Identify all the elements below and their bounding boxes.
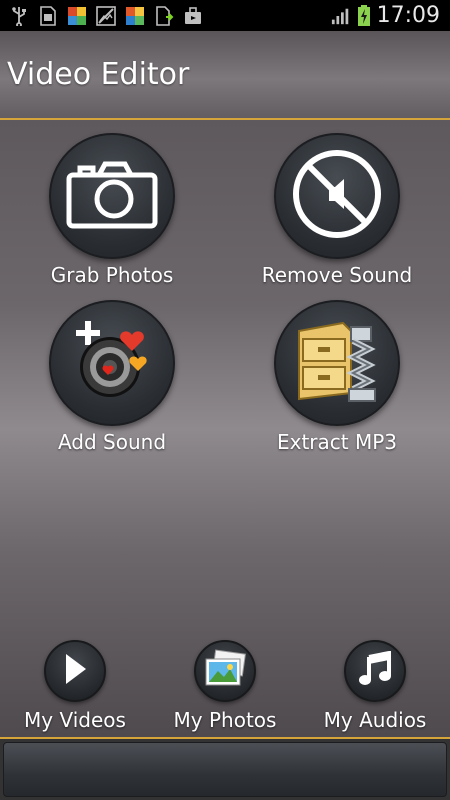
my-audios-circle[interactable] — [344, 640, 406, 702]
my-photos-button[interactable]: My Photos — [150, 640, 300, 732]
speaker-hearts-icon — [62, 311, 162, 415]
my-audios-button[interactable]: My Audios — [300, 640, 450, 732]
remove-sound-label: Remove Sound — [261, 263, 413, 287]
grab-photos-circle[interactable] — [49, 133, 175, 259]
add-sound-circle[interactable] — [49, 300, 175, 426]
add-sound-label: Add Sound — [57, 430, 167, 454]
my-audios-label: My Audios — [323, 708, 427, 732]
bottom-bar — [0, 737, 450, 800]
briefcase-icon — [183, 6, 203, 26]
photos-icon — [202, 649, 248, 693]
archive-cabinet-icon — [287, 313, 387, 413]
main-panel: Grab Photos Remove Sound Add Sound Extra… — [0, 121, 450, 737]
battery-charging-icon — [357, 4, 371, 26]
bottom-bar-panel — [3, 742, 447, 797]
my-videos-label: My Videos — [24, 708, 126, 732]
app-icon-2 — [125, 6, 145, 26]
my-videos-circle[interactable] — [44, 640, 106, 702]
remove-sound-circle[interactable] — [274, 133, 400, 259]
my-photos-circle[interactable] — [194, 640, 256, 702]
extract-mp3-label: Extract MP3 — [276, 430, 398, 454]
add-sound-button[interactable]: Add Sound — [12, 300, 212, 454]
play-icon — [60, 652, 90, 690]
camera-icon — [66, 159, 158, 233]
grab-photos-button[interactable]: Grab Photos — [12, 133, 212, 287]
grab-photos-label: Grab Photos — [50, 263, 174, 287]
blocked-image-icon — [96, 5, 116, 26]
title-bar: Video Editor — [0, 31, 450, 120]
extract-mp3-circle[interactable] — [274, 300, 400, 426]
extract-mp3-button[interactable]: Extract MP3 — [237, 300, 437, 454]
music-note-icon — [358, 650, 392, 691]
bottom-nav: My Videos My Photos My Audios — [0, 636, 450, 736]
signal-icon — [331, 6, 351, 26]
status-time: 17:09 — [376, 3, 440, 28]
download-icon — [154, 5, 174, 26]
my-photos-label: My Photos — [173, 708, 277, 732]
status-bar: 17:09 — [0, 0, 450, 31]
remove-sound-button[interactable]: Remove Sound — [237, 133, 437, 287]
page-title: Video Editor — [7, 57, 190, 92]
usb-icon — [9, 6, 29, 26]
my-videos-button[interactable]: My Videos — [0, 640, 150, 732]
sim-icon — [38, 5, 58, 26]
mute-icon — [289, 146, 385, 246]
app-icon — [67, 6, 87, 26]
